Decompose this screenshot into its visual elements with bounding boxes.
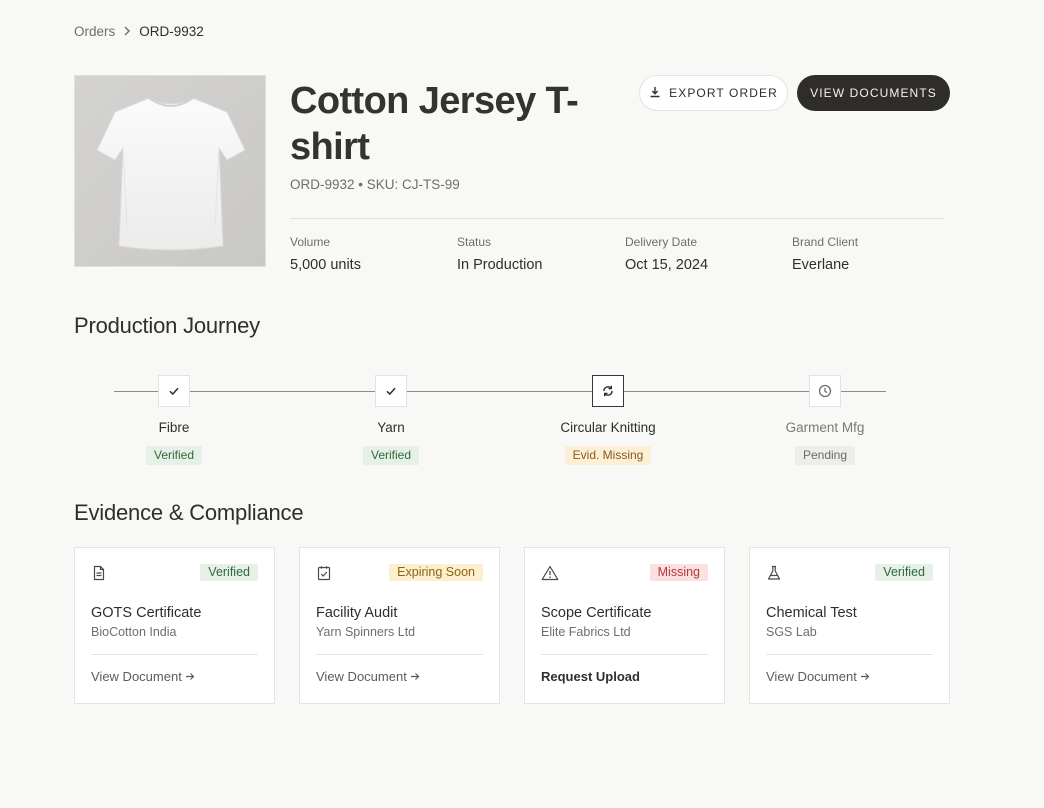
link-label: View Document — [91, 669, 182, 684]
meta-label: Status — [457, 235, 492, 249]
flask-icon — [766, 565, 782, 581]
card-issuer: SGS Lab — [766, 625, 817, 639]
arrow-right-icon — [860, 669, 870, 684]
meta-label: Delivery Date — [625, 235, 698, 249]
arrow-right-icon — [410, 669, 420, 684]
check-icon — [375, 375, 407, 407]
journey-step-fibre[interactable]: Fibre Verified — [94, 375, 254, 465]
card-divider — [91, 654, 258, 655]
evidence-card-scope-certificate: Missing Scope Certificate Elite Fabrics … — [524, 547, 725, 704]
meta-label: Volume — [290, 235, 331, 249]
card-divider — [541, 654, 708, 655]
journey-step-circular-knitting[interactable]: Circular Knitting Evid. Missing — [528, 375, 688, 465]
order-subtitle: ORD-9932 • SKU: CJ-TS-99 — [290, 177, 460, 192]
journey-step-yarn[interactable]: Yarn Verified — [311, 375, 471, 465]
page-title: Cotton Jersey T-shirt — [290, 80, 579, 168]
card-issuer: BioCotton India — [91, 625, 177, 639]
view-document-link[interactable]: View Document — [91, 669, 195, 684]
card-title: Chemical Test — [766, 605, 857, 621]
refresh-icon — [592, 375, 624, 407]
tshirt-photo — [74, 75, 266, 267]
clipboard-check-icon — [316, 565, 332, 581]
breadcrumb: Orders ORD-9932 — [74, 24, 204, 39]
production-journey-title: Production Journey — [74, 313, 260, 338]
status-badge: Verified — [145, 446, 203, 465]
evidence-compliance-title: Evidence & Compliance — [74, 500, 304, 525]
link-label: View Document — [316, 669, 407, 684]
download-icon — [649, 86, 661, 101]
evidence-card-facility-audit: Expiring Soon Facility Audit Yarn Spinne… — [299, 547, 500, 704]
meta-delivery-date: Delivery Date Oct 15, 2024 — [625, 235, 708, 273]
meta-status: Status In Production — [457, 235, 542, 273]
card-divider — [316, 654, 483, 655]
journey-step-garment-mfg[interactable]: Garment Mfg Pending — [745, 375, 905, 465]
meta-value: Everlane — [792, 257, 850, 273]
view-document-link[interactable]: View Document — [766, 669, 870, 684]
meta-label: Brand Client — [792, 235, 859, 249]
status-badge: Verified — [362, 446, 420, 465]
card-title: Scope Certificate — [541, 605, 652, 621]
meta-value: In Production — [457, 257, 543, 273]
card-issuer: Yarn Spinners Ltd — [316, 625, 416, 639]
meta-volume: Volume 5,000 units — [290, 235, 361, 273]
request-upload-link[interactable]: Request Upload — [541, 669, 640, 684]
step-label: Circular Knitting — [560, 420, 656, 435]
arrow-right-icon — [185, 669, 195, 684]
step-label: Fibre — [158, 420, 190, 435]
meta-value: Oct 15, 2024 — [625, 257, 709, 273]
status-badge: Verified — [875, 564, 933, 581]
status-badge: Evid. Missing — [564, 446, 652, 465]
step-label: Yarn — [377, 420, 405, 435]
warning-icon — [541, 565, 559, 581]
breadcrumb-current: ORD-9932 — [139, 24, 204, 39]
view-document-link[interactable]: View Document — [316, 669, 420, 684]
card-issuer: Elite Fabrics Ltd — [541, 625, 631, 639]
evidence-card-gots: Verified GOTS Certificate BioCotton Indi… — [74, 547, 275, 704]
export-order-label: EXPORT ORDER — [669, 86, 778, 100]
document-icon — [91, 565, 107, 581]
card-title: Facility Audit — [316, 605, 398, 621]
export-order-button[interactable]: EXPORT ORDER — [639, 75, 788, 111]
chevron-right-icon — [123, 26, 131, 38]
clock-icon — [809, 375, 841, 407]
status-badge: Expiring Soon — [389, 564, 483, 581]
card-divider — [766, 654, 933, 655]
view-documents-button[interactable]: VIEW DOCUMENTS — [797, 75, 950, 111]
meta-value: 5,000 units — [290, 257, 361, 273]
card-title: GOTS Certificate — [91, 605, 202, 621]
status-badge: Missing — [649, 564, 708, 581]
header-divider — [290, 218, 944, 219]
status-badge: Pending — [794, 446, 856, 465]
evidence-card-chemical-test: Verified Chemical Test SGS Lab View Docu… — [749, 547, 950, 704]
breadcrumb-orders-link[interactable]: Orders — [74, 24, 115, 39]
link-label: View Document — [766, 669, 857, 684]
status-badge: Verified — [200, 564, 258, 581]
check-icon — [158, 375, 190, 407]
meta-brand-client: Brand Client Everlane — [792, 235, 858, 273]
step-label: Garment Mfg — [785, 420, 865, 435]
